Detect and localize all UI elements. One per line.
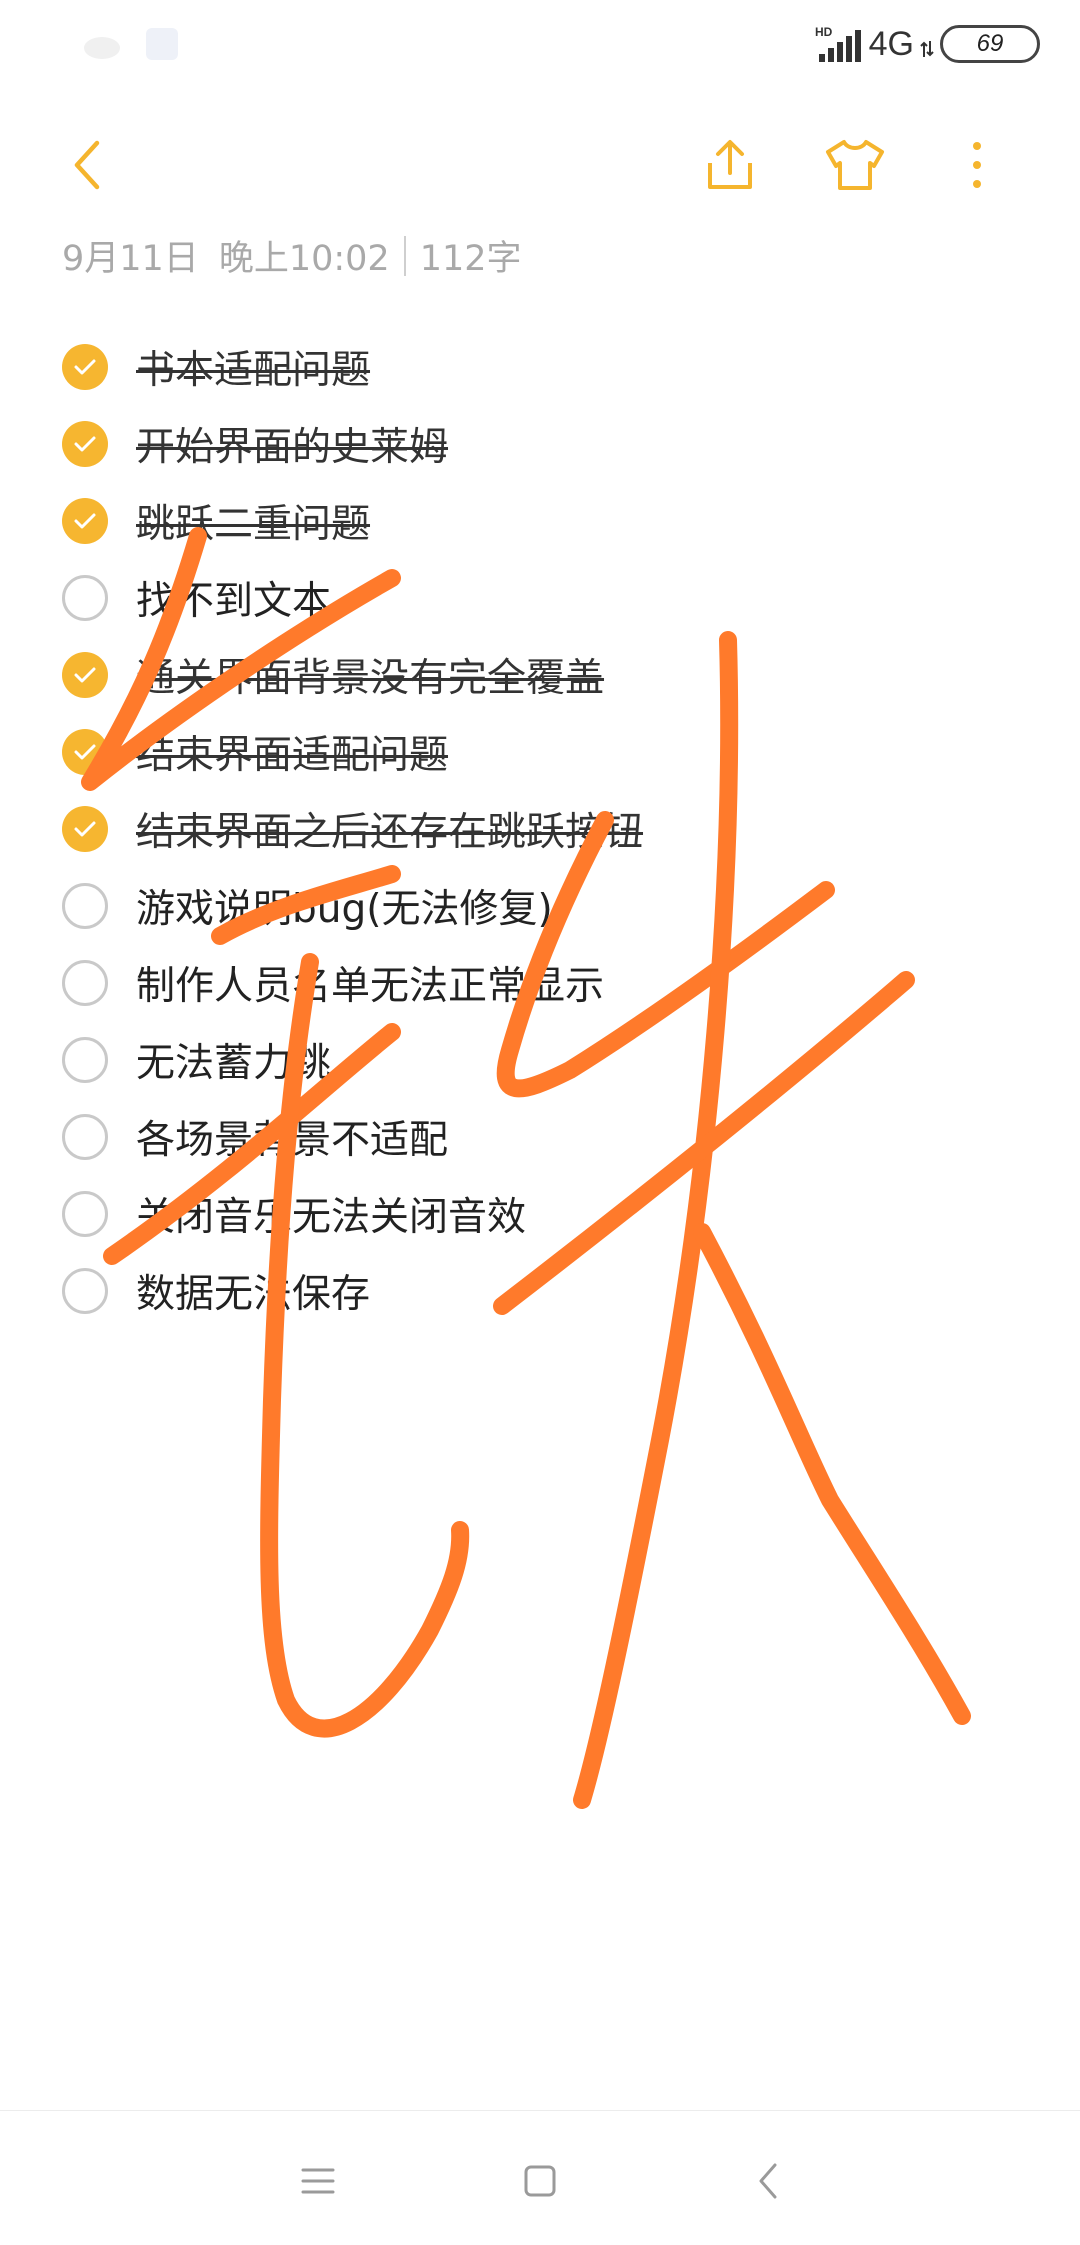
checklist-item-text[interactable]: 数据无法保存 (136, 1263, 370, 1319)
checklist-item: 书本适配问题 (0, 328, 1080, 405)
checklist-item: 跳跃二重问题 (0, 482, 1080, 559)
checklist-item: 数据无法保存 (0, 1252, 1080, 1329)
checklist-item-text[interactable]: 各场景背景不适配 (136, 1109, 448, 1165)
checklist-item-text[interactable]: 无法蓄力跳 (136, 1032, 331, 1088)
checklist-item-text[interactable]: 开始界面的史莱姆 (136, 416, 448, 472)
checklist-item: 结束界面之后还存在跳跃按钮 (0, 790, 1080, 867)
back-triangle-icon (759, 2163, 777, 2199)
weibo-notification-icon (84, 37, 120, 59)
checkbox-checked[interactable] (62, 805, 108, 852)
more-button[interactable] (942, 130, 1012, 200)
app-notification-icon (146, 28, 178, 60)
meta-divider (403, 235, 406, 276)
checklist-item-text[interactable]: 制作人员名单无法正常显示 (136, 955, 604, 1011)
checkbox-checked[interactable] (62, 728, 108, 775)
checkbox-unchecked[interactable] (62, 1190, 108, 1237)
back-button[interactable] (52, 130, 122, 200)
checklist-item: 找不到文本 (0, 559, 1080, 636)
system-nav-bar (0, 2110, 1080, 2245)
checklist-item: 制作人员名单无法正常显示 (0, 944, 1080, 1021)
checklist-item-text[interactable]: 书本适配问题 (136, 339, 370, 395)
home-button[interactable] (510, 2151, 570, 2211)
checkbox-unchecked[interactable] (62, 1036, 108, 1083)
checklist-item: 游戏说明bug(无法修复) (0, 867, 1080, 944)
checklist-item-text[interactable]: 关闭音乐无法关闭音效 (136, 1186, 526, 1242)
chevron-left-icon (74, 140, 100, 190)
signal-icon: HD (815, 25, 861, 62)
battery-indicator: 69 (940, 25, 1040, 63)
theme-button[interactable] (820, 130, 890, 200)
checklist-item: 结束界面适配问题 (0, 713, 1080, 790)
checklist-item: 通关界面背景没有完全覆盖 (0, 636, 1080, 713)
tshirt-icon (826, 140, 884, 190)
check-icon (74, 667, 96, 682)
checklist-item: 各场景背景不适配 (0, 1098, 1080, 1175)
checkbox-unchecked[interactable] (62, 1267, 108, 1314)
checklist-item-text[interactable]: 通关界面背景没有完全覆盖 (136, 647, 604, 703)
checkbox-checked[interactable] (62, 420, 108, 467)
checklist-item: 无法蓄力跳 (0, 1021, 1080, 1098)
check-icon (74, 359, 96, 374)
checklist-item-text[interactable]: 游戏说明bug(无法修复) (136, 878, 553, 934)
menu-icon (301, 2168, 335, 2194)
status-notifications (80, 24, 182, 64)
checklist-item-text[interactable]: 结束界面之后还存在跳跃按钮 (136, 801, 643, 857)
checklist-item: 开始界面的史莱姆 (0, 405, 1080, 482)
checklist-item: 关闭音乐无法关闭音效 (0, 1175, 1080, 1252)
check-icon (74, 744, 96, 759)
checkbox-unchecked[interactable] (62, 959, 108, 1006)
menu-button[interactable] (288, 2151, 348, 2211)
status-bar: HD 4G 69 (0, 0, 1080, 90)
data-activity-icon (920, 41, 934, 57)
checkbox-checked[interactable] (62, 343, 108, 390)
battery-level: 69 (976, 30, 1004, 57)
note-toolbar (0, 110, 1080, 210)
note-char-count: 112字 (419, 239, 522, 279)
nav-back-button[interactable] (738, 2151, 798, 2211)
note-meta: 9月11日 晚上10:02 112字 (62, 230, 522, 281)
check-icon (74, 513, 96, 528)
share-button[interactable] (695, 130, 765, 200)
checklist: 书本适配问题开始界面的史莱姆 跳跃二重问题 找不到文本通关界面背景没有完全覆盖 结束界… (0, 328, 1080, 1329)
checklist-item-text[interactable]: 结束界面适配问题 (136, 724, 448, 780)
checkbox-unchecked[interactable] (62, 574, 108, 621)
note-time: 晚上10:02 (218, 239, 390, 279)
checkbox-checked[interactable] (62, 497, 108, 544)
check-icon (74, 821, 96, 836)
share-icon (708, 140, 752, 189)
status-indicators: HD 4G 69 (815, 24, 1040, 64)
square-icon (524, 2165, 556, 2197)
network-type: 4G (868, 24, 914, 63)
more-vertical-icon (973, 142, 981, 188)
check-icon (74, 436, 96, 451)
note-date: 9月11日 (62, 239, 199, 279)
checkbox-unchecked[interactable] (62, 1113, 108, 1160)
checkbox-checked[interactable] (62, 651, 108, 698)
hd-label: HD (815, 25, 833, 39)
checklist-item-text[interactable]: 跳跃二重问题 (136, 493, 370, 549)
checkbox-unchecked[interactable] (62, 882, 108, 929)
checklist-item-text[interactable]: 找不到文本 (136, 570, 331, 626)
